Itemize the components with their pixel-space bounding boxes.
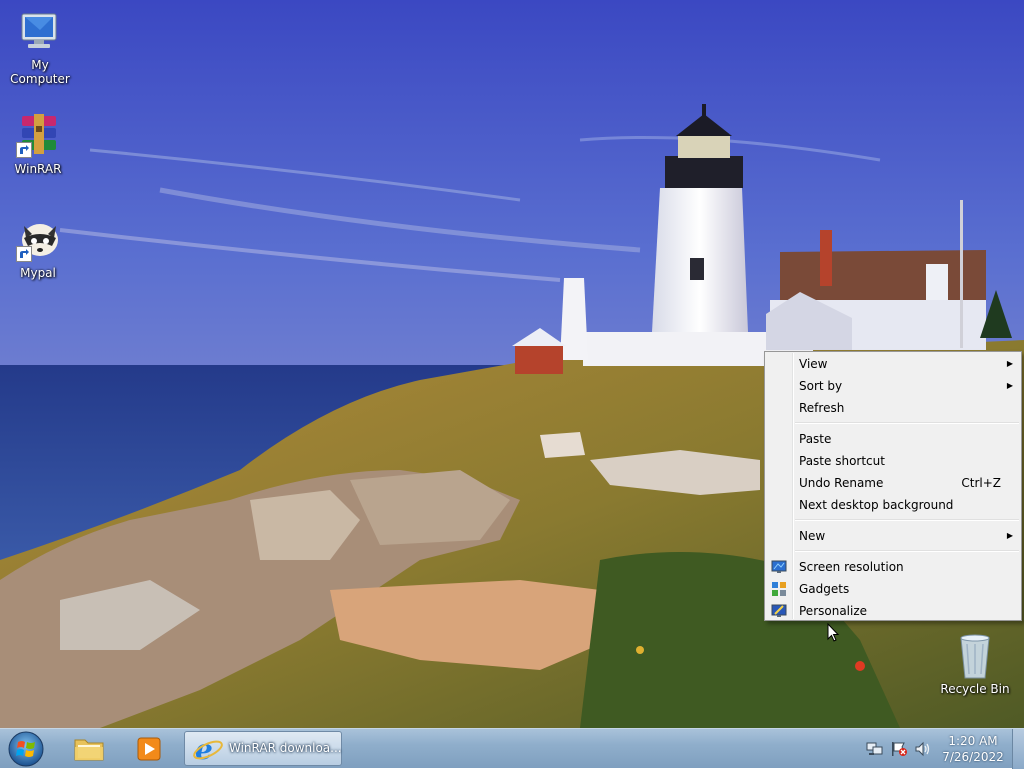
submenu-arrow-icon: ▶ bbox=[1006, 381, 1013, 390]
clock-date: 7/26/2022 bbox=[942, 750, 1004, 764]
gadgets-icon bbox=[772, 582, 786, 596]
menu-item-paste-shortcut[interactable]: Paste shortcut bbox=[765, 450, 1021, 472]
submenu-arrow-icon: ▶ bbox=[1006, 531, 1013, 540]
desktop-icon-label: My Computer bbox=[10, 58, 70, 86]
menu-separator bbox=[795, 422, 1019, 424]
start-button[interactable] bbox=[4, 730, 48, 768]
menu-item-personalize[interactable]: Personalize bbox=[765, 600, 1021, 622]
personalize-icon bbox=[771, 604, 787, 617]
internet-explorer-icon: e bbox=[193, 734, 223, 764]
menu-item-sort-by[interactable]: Sort by ▶ bbox=[765, 375, 1021, 397]
menu-item-label: View bbox=[799, 357, 828, 371]
menu-item-label: Next desktop background bbox=[799, 498, 954, 512]
menu-item-label: Undo Rename bbox=[799, 476, 884, 490]
desktop-icon-winrar[interactable]: WinRAR bbox=[0, 112, 78, 176]
menu-item-next-desktop-background[interactable]: Next desktop background bbox=[765, 494, 1021, 516]
volume-icon[interactable] bbox=[914, 741, 932, 757]
desktop-icon-label: Recycle Bin bbox=[940, 682, 1010, 696]
menu-item-new[interactable]: New ▶ bbox=[765, 525, 1021, 547]
windows-orb-icon bbox=[8, 731, 44, 767]
desktop-icon-my-computer[interactable]: My Computer bbox=[0, 8, 80, 86]
task-label: WinRAR downloa... bbox=[229, 741, 342, 755]
action-center-flag-icon[interactable] bbox=[890, 741, 908, 757]
menu-item-label: Screen resolution bbox=[799, 560, 904, 574]
menu-separator bbox=[795, 519, 1019, 521]
menu-item-undo-rename[interactable]: Undo Rename Ctrl+Z bbox=[765, 472, 1021, 494]
menu-separator bbox=[795, 550, 1019, 552]
desktop-context-menu: View ▶ Sort by ▶ Refresh Paste Paste sho… bbox=[764, 351, 1022, 621]
clock-time: 1:20 AM bbox=[948, 734, 998, 748]
network-icon[interactable] bbox=[866, 741, 884, 757]
taskbar-pinned-explorer[interactable] bbox=[70, 733, 108, 765]
shortcut-arrow-icon bbox=[16, 246, 32, 262]
menu-item-shortcut: Ctrl+Z bbox=[961, 476, 1001, 490]
desktop-icon-label: WinRAR bbox=[14, 162, 62, 176]
recycle-bin-icon bbox=[960, 634, 990, 679]
screen-resolution-icon bbox=[771, 560, 787, 573]
computer-icon bbox=[21, 13, 57, 48]
desktop-icon-recycle-bin[interactable]: Recycle Bin bbox=[935, 632, 1015, 696]
menu-item-label: New bbox=[799, 529, 826, 543]
menu-item-label: Gadgets bbox=[799, 582, 850, 596]
menu-item-label: Refresh bbox=[799, 401, 845, 415]
menu-item-label: Sort by bbox=[799, 379, 843, 393]
taskbar: e WinRAR downloa... 1:20 AM 7/26/2022 bbox=[0, 728, 1024, 769]
taskbar-pinned-media-player[interactable] bbox=[130, 733, 168, 765]
desktop-icon-mypal[interactable]: Mypal bbox=[0, 216, 78, 280]
menu-item-gadgets[interactable]: Gadgets bbox=[765, 578, 1021, 600]
menu-item-label: Personalize bbox=[799, 604, 868, 618]
submenu-arrow-icon: ▶ bbox=[1006, 359, 1013, 368]
menu-item-label: Paste shortcut bbox=[799, 454, 885, 468]
menu-item-paste[interactable]: Paste bbox=[765, 428, 1021, 450]
menu-item-screen-resolution[interactable]: Screen resolution bbox=[765, 556, 1021, 578]
mouse-cursor-icon bbox=[827, 623, 840, 642]
show-desktop-button[interactable] bbox=[1012, 729, 1024, 769]
menu-item-refresh[interactable]: Refresh bbox=[765, 397, 1021, 419]
desktop-icon-label: Mypal bbox=[20, 266, 56, 280]
media-player-icon bbox=[137, 737, 161, 761]
menu-item-label: Paste bbox=[799, 432, 832, 446]
menu-item-view[interactable]: View ▶ bbox=[765, 353, 1021, 375]
shortcut-arrow-icon bbox=[16, 142, 32, 158]
explorer-folder-icon bbox=[74, 739, 104, 761]
taskbar-clock[interactable]: 1:20 AM 7/26/2022 bbox=[936, 733, 1010, 765]
taskbar-task-winrar-download[interactable]: e WinRAR downloa... bbox=[184, 731, 342, 766]
